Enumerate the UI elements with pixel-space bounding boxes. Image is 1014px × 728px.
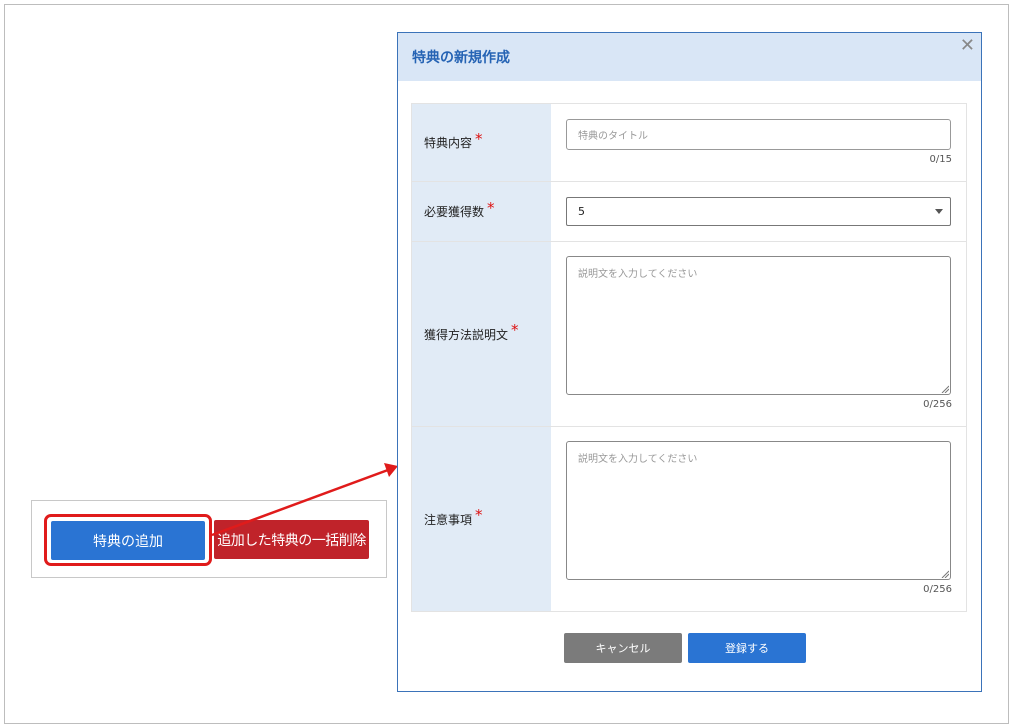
modal-title: 特典の新規作成 — [412, 50, 510, 66]
resize-handle-icon[interactable] — [941, 385, 949, 393]
form-row-notes: 注意事項 * 説明文を入力してください 0/256 — [412, 427, 966, 611]
notes-counter: 0/256 — [923, 584, 952, 595]
form-row-required-count: 必要獲得数 * 5 — [412, 182, 966, 242]
acquisition-description-textarea[interactable]: 説明文を入力してください — [566, 256, 951, 395]
cancel-button[interactable]: キャンセル — [564, 633, 682, 663]
label-required-count: 必要獲得数 * — [412, 182, 551, 241]
close-icon[interactable]: ✕ — [960, 35, 975, 56]
modal-header: 特典の新規作成 — [398, 33, 981, 81]
required-mark: * — [487, 198, 495, 217]
label-required-count-text: 必要獲得数 — [424, 205, 485, 219]
label-notes-text: 注意事項 — [424, 512, 473, 527]
resize-handle-icon[interactable] — [941, 570, 949, 578]
field-acquisition-description: 説明文を入力してください 0/256 — [551, 242, 966, 426]
register-button[interactable]: 登録する — [688, 633, 806, 663]
label-notes: 注意事項 * — [412, 427, 551, 611]
notes-textarea[interactable]: 説明文を入力してください — [566, 441, 951, 580]
content-counter: 0/15 — [929, 154, 952, 165]
bulk-delete-benefits-button[interactable]: 追加した特典の一括削除 — [214, 520, 369, 559]
required-count-select[interactable]: 5 — [566, 197, 951, 226]
field-content: 特典のタイトル 0/15 — [551, 104, 966, 181]
chevron-down-icon — [935, 209, 943, 214]
field-notes: 説明文を入力してください 0/256 — [551, 427, 966, 611]
form-row-acquisition-description: 獲得方法説明文 * 説明文を入力してください 0/256 — [412, 242, 966, 427]
acquisition-description-counter: 0/256 — [923, 399, 952, 410]
form-row-content: 特典内容 * 特典のタイトル 0/15 — [412, 104, 966, 182]
field-required-count: 5 — [551, 182, 966, 241]
label-content: 特典内容 * — [412, 104, 551, 181]
notes-placeholder: 説明文を入力してください — [578, 454, 698, 465]
label-content-text: 特典内容 — [424, 136, 473, 150]
required-count-value: 5 — [578, 205, 585, 218]
required-mark: * — [475, 506, 483, 524]
highlight-outline — [44, 514, 212, 566]
label-acquisition-description-text: 獲得方法説明文 — [424, 327, 509, 342]
new-benefit-modal: 特典の新規作成 ✕ 特典内容* 特典のタイトル 0/15 必要獲得数* 5 — [397, 32, 982, 692]
content-input-placeholder: 特典のタイトル — [578, 131, 648, 142]
label-acquisition-description: 獲得方法説明文 * — [412, 242, 551, 426]
required-mark: * — [511, 321, 519, 339]
content-input[interactable]: 特典のタイトル — [566, 119, 951, 150]
benefit-form: 特典内容 * 特典のタイトル 0/15 必要獲得数 * 5 獲得方法説明文 * … — [411, 103, 967, 612]
acquisition-description-placeholder: 説明文を入力してください — [578, 269, 698, 280]
required-mark: * — [475, 129, 483, 148]
